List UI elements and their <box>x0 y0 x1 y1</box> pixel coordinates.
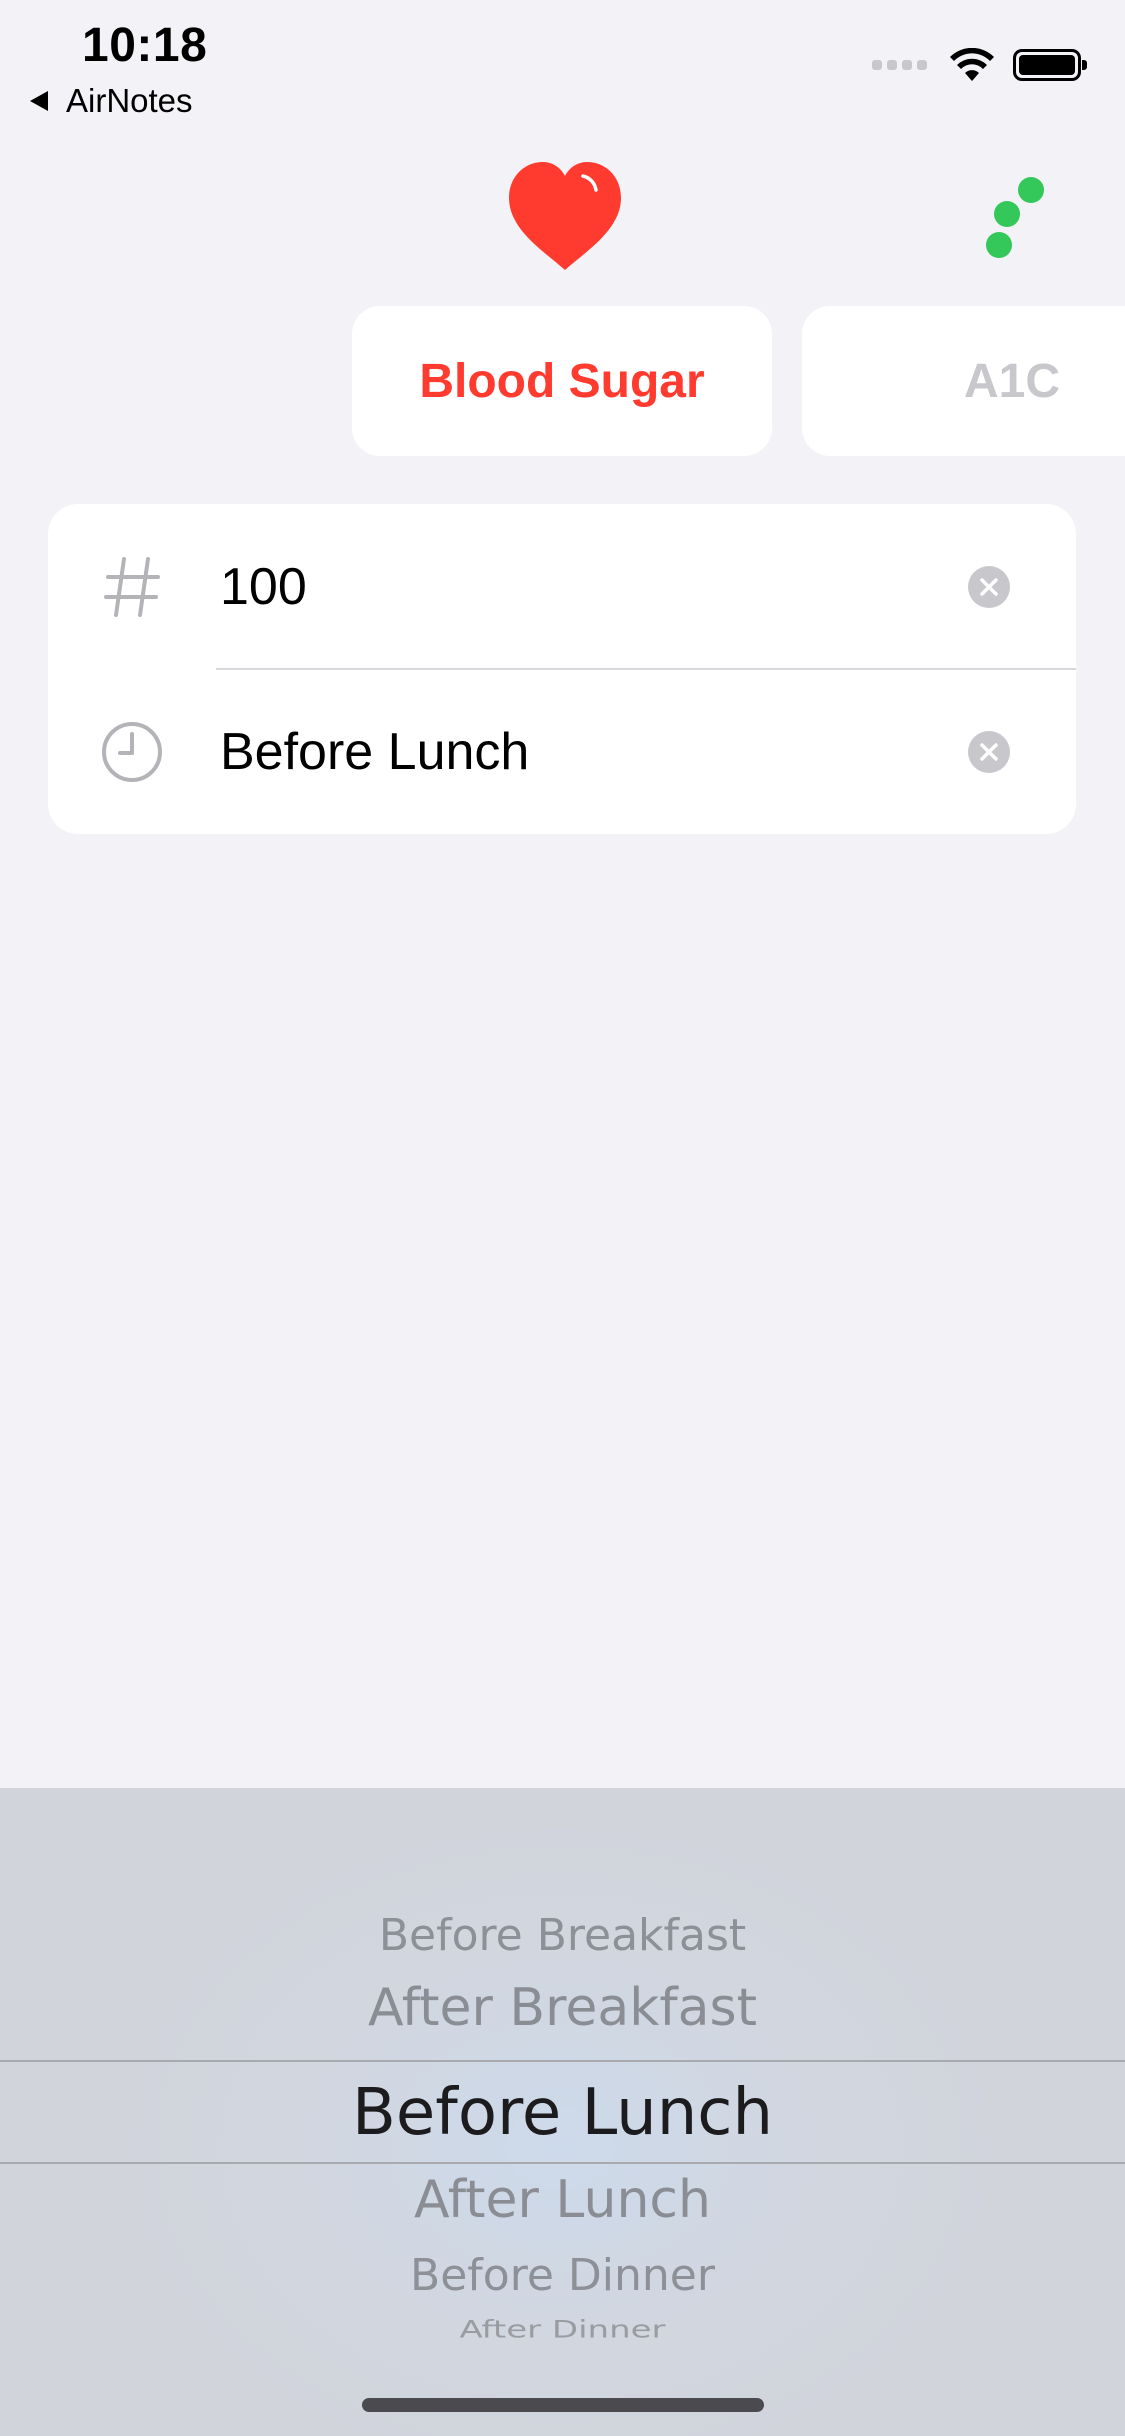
picker-option-selected[interactable]: Before Lunch <box>0 2076 1125 2150</box>
meal-time-row[interactable]: Before Lunch <box>48 669 1076 834</box>
battery-icon <box>1013 49 1087 81</box>
wifi-icon <box>950 48 994 81</box>
dots-icon[interactable] <box>975 172 1047 268</box>
tab-blood-sugar[interactable]: Blood Sugar <box>352 306 772 456</box>
home-indicator[interactable] <box>362 2398 764 2412</box>
back-to-app-link[interactable]: AirNotes <box>30 82 193 120</box>
back-triangle-icon <box>30 91 48 111</box>
tab-a1c-label: A1C <box>964 354 1061 408</box>
value-row[interactable]: 100 <box>48 504 1076 669</box>
clear-value-button[interactable] <box>968 565 1010 608</box>
cellular-signal-icon <box>872 60 927 70</box>
back-app-label: AirNotes <box>66 82 193 119</box>
status-time: 10:18 <box>82 19 208 72</box>
clear-meal-time-button[interactable] <box>968 730 1010 773</box>
tab-blood-sugar-label: Blood Sugar <box>419 354 705 408</box>
hash-icon <box>100 555 164 619</box>
clear-circle-icon <box>980 577 998 596</box>
heart-icon <box>509 162 621 270</box>
status-indicators <box>872 48 1087 82</box>
clock-icon <box>100 720 164 784</box>
picker-option[interactable]: After Lunch <box>0 2170 1125 2230</box>
picker-option[interactable]: Before Breakfast <box>0 1910 1125 1961</box>
meal-time-picker[interactable]: Before Breakfast After Breakfast Before … <box>0 1788 1125 2436</box>
picker-option[interactable]: After Breakfast <box>0 1978 1125 2038</box>
clear-circle-icon <box>980 742 998 761</box>
picker-option[interactable]: Before Dinner <box>0 2250 1125 2301</box>
tab-a1c[interactable]: A1C <box>802 306 1125 456</box>
value-field[interactable]: 100 <box>220 557 307 617</box>
meal-time-field[interactable]: Before Lunch <box>220 722 529 782</box>
entry-form: 100 Before Lunch <box>48 504 1076 834</box>
picker-option[interactable]: After Dinner <box>0 2316 1125 2344</box>
